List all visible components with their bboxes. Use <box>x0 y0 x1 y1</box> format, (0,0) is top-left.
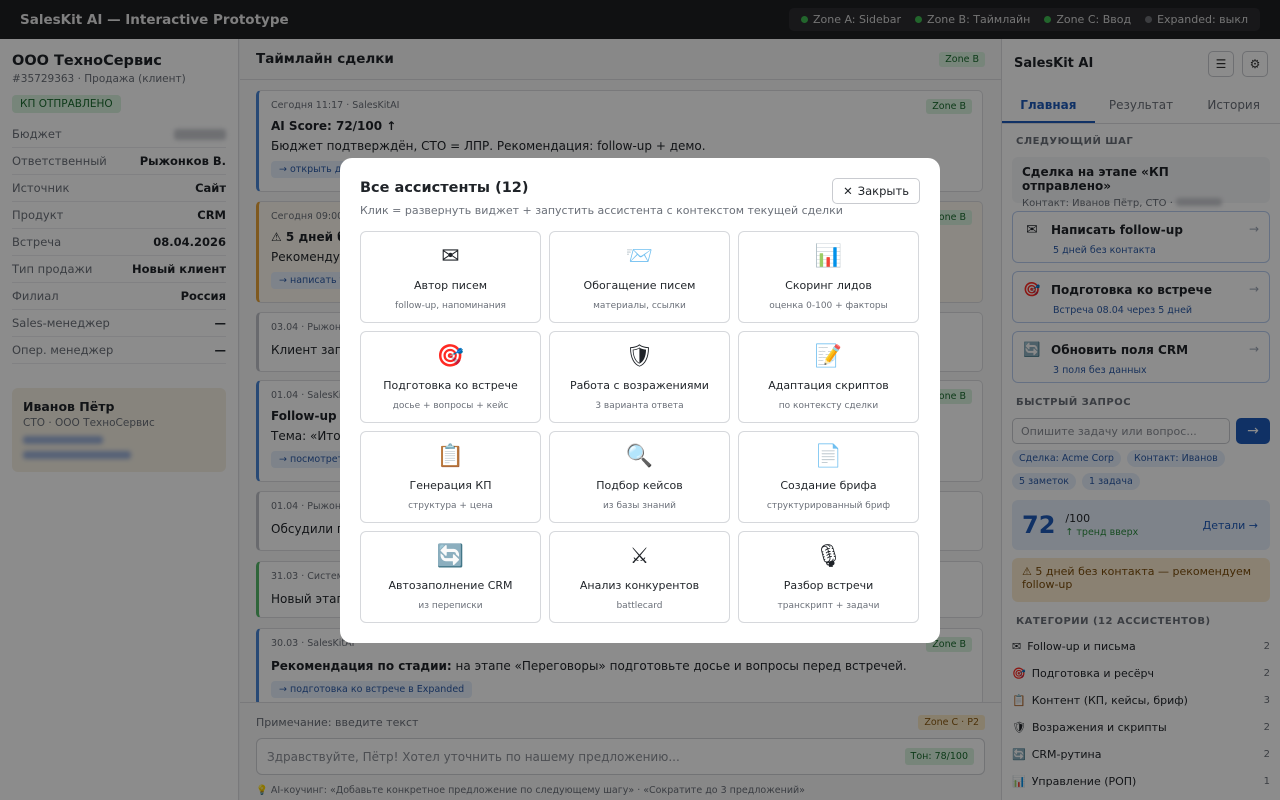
assistant-name: Обогащение писем <box>583 279 696 292</box>
assistant-tile-email-writer[interactable]: ✉ Автор писем follow-up, напоминания <box>360 231 541 323</box>
assistant-desc: follow-up, напоминания <box>395 301 506 311</box>
clipboard-icon: 📋 <box>436 444 465 469</box>
microphone-icon: 🎙 <box>814 544 843 569</box>
shield-icon: 🛡 <box>625 344 654 369</box>
bar-chart-icon: 📊 <box>814 244 843 269</box>
assistant-name: Подбор кейсов <box>596 479 683 492</box>
assistant-tile-meeting-review[interactable]: 🎙 Разбор встречи транскрипт + задачи <box>738 531 919 623</box>
assistant-desc: структурированный бриф <box>766 501 891 511</box>
assistants-grid: ✉ Автор писем follow-up, напоминания 📨 Обог… <box>360 231 920 623</box>
assistant-name: Работа с возражениями <box>570 379 709 392</box>
assistant-tile-script-adaptation[interactable]: 📝 Адаптация скриптов по контексту сделки <box>738 331 919 423</box>
assistant-tile-email-enrichment[interactable]: 📨 Обогащение писем материалы, ссылки <box>549 231 730 323</box>
assistant-name: Автозаполнение CRM <box>388 579 513 592</box>
close-label: Закрыть <box>857 184 909 198</box>
modal-backdrop[interactable]: Все ассистенты (12) Клик = развернуть ви… <box>0 0 1280 800</box>
assistant-tile-meeting-prep[interactable]: 🎯 Подготовка ко встрече досье + вопросы + … <box>360 331 541 423</box>
close-button[interactable]: ✕ Закрыть <box>832 178 920 204</box>
assistant-name: Скоринг лидов <box>785 279 872 292</box>
assistant-name: Разбор встречи <box>783 579 874 592</box>
assistant-desc: по контексту сделки <box>778 401 879 411</box>
assistant-desc: оценка 0-100 + факторы <box>769 301 888 311</box>
assistant-desc: досье + вопросы + кейс <box>392 401 509 411</box>
memo-icon: 📝 <box>814 344 843 369</box>
inbox-envelope-icon: 📨 <box>625 244 654 269</box>
assistant-tile-brief[interactable]: 📄 Создание брифа структурированный бриф <box>738 431 919 523</box>
assistant-tile-objections[interactable]: 🛡 Работа с возражениями 3 варианта ответа <box>549 331 730 423</box>
assistant-desc: battlecard <box>616 601 663 611</box>
assistant-name: Анализ конкурентов <box>579 579 700 592</box>
assistant-name: Адаптация скриптов <box>768 379 889 392</box>
magnifier-icon: 🔍 <box>625 444 654 469</box>
document-icon: 📄 <box>814 444 843 469</box>
assistant-name: Автор писем <box>413 279 488 292</box>
close-icon: ✕ <box>843 184 853 198</box>
assistant-tile-proposal[interactable]: 📋 Генерация КП структура + цена <box>360 431 541 523</box>
assistant-tile-case-search[interactable]: 🔍 Подбор кейсов из базы знаний <box>549 431 730 523</box>
assistant-tile-crm-autofill[interactable]: 🔄 Автозаполнение CRM из переписки <box>360 531 541 623</box>
refresh-icon: 🔄 <box>436 544 465 569</box>
assistant-tile-lead-scoring[interactable]: 📊 Скоринг лидов оценка 0-100 + факторы <box>738 231 919 323</box>
crossed-swords-icon: ⚔ <box>629 544 650 569</box>
envelope-icon: ✉ <box>441 244 460 269</box>
assistant-name: Создание брифа <box>780 479 877 492</box>
assistant-name: Генерация КП <box>409 479 492 492</box>
assistants-modal: Все ассистенты (12) Клик = развернуть ви… <box>340 158 940 643</box>
assistant-desc: из базы знаний <box>602 501 677 511</box>
modal-subtitle: Клик = развернуть виджет + запустить асс… <box>360 204 843 217</box>
assistant-name: Подготовка ко встрече <box>383 379 518 392</box>
assistant-desc: транскрипт + задачи <box>777 601 880 611</box>
assistant-desc: структура + цена <box>408 501 493 511</box>
assistant-desc: материалы, ссылки <box>593 301 686 311</box>
assistant-desc: из переписки <box>418 601 483 611</box>
assistant-tile-competitors[interactable]: ⚔ Анализ конкурентов battlecard <box>549 531 730 623</box>
target-icon: 🎯 <box>436 344 465 369</box>
assistant-desc: 3 варианта ответа <box>595 401 684 411</box>
